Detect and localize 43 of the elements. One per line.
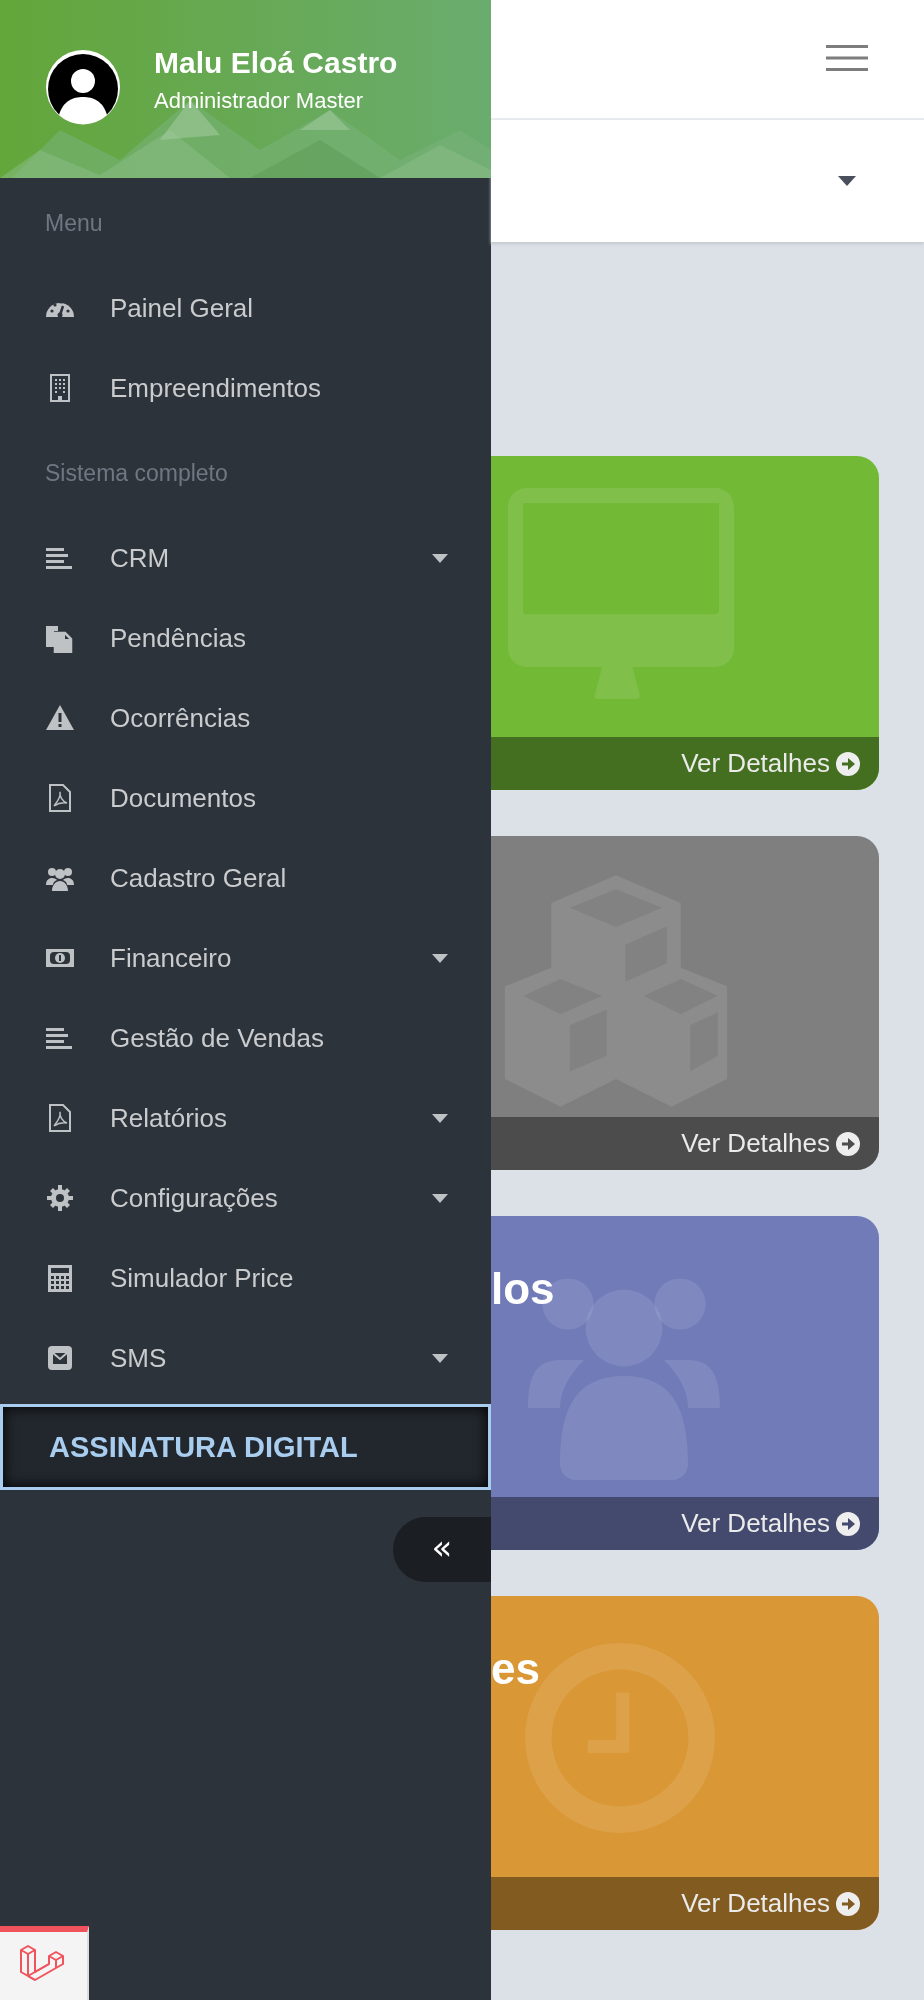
sidebar-item[interactable]: Ocorrências	[0, 678, 491, 758]
sidebar-item[interactable]: SMS	[0, 1318, 491, 1398]
sidebar-item[interactable]: Empreendimentos	[0, 348, 491, 428]
menu-icon[interactable]	[826, 43, 868, 73]
sidebar-item[interactable]: Pendências	[0, 598, 491, 678]
caret-icon	[432, 953, 448, 963]
sidebar-item[interactable]: Gestão de Vendas	[0, 998, 491, 1078]
details-link[interactable]: Ver Detalhes	[491, 737, 879, 790]
arrow-circle-icon	[836, 1131, 860, 1156]
arrow-circle-icon	[836, 1511, 860, 1536]
user-name: Malu Eloá Castro	[154, 46, 398, 80]
card-title: es	[491, 1644, 540, 1694]
sidebar-item[interactable]: Configurações	[0, 1158, 491, 1238]
sidebar-item[interactable]: Financeiro	[0, 918, 491, 998]
caret-icon	[838, 176, 856, 186]
collapse-button[interactable]: «	[393, 1517, 491, 1582]
envelope-icon	[45, 1343, 75, 1373]
laravel-badge[interactable]	[0, 1926, 89, 2000]
caret-icon	[432, 553, 448, 563]
user-role: Administrador Master	[154, 88, 365, 114]
warning-icon	[45, 703, 75, 733]
details-link[interactable]: Ver Detalhes	[491, 1497, 879, 1550]
calculator-icon	[45, 1263, 75, 1293]
sidebar-item[interactable]: ASSINATURA DIGITAL	[0, 1404, 491, 1490]
avatar-icon	[45, 49, 121, 125]
details-link[interactable]: Ver Detalhes	[491, 1117, 879, 1170]
arrow-circle-icon	[836, 1891, 860, 1916]
sidebar-item[interactable]: Simulador Price	[0, 1238, 491, 1318]
details-link[interactable]: Ver Detalhes	[491, 1877, 879, 1930]
sidebar-item[interactable]: Documentos	[0, 758, 491, 838]
caret-icon	[432, 1193, 448, 1203]
documents-icon	[45, 623, 75, 653]
caret-icon	[432, 1113, 448, 1123]
caret-icon	[432, 1353, 448, 1363]
arrow-circle-icon	[836, 751, 860, 776]
sidebar-item[interactable]: Relatórios	[0, 1078, 491, 1158]
sidebar-item[interactable]: Painel Geral	[0, 268, 491, 348]
sidebar-item[interactable]: CRM	[0, 518, 491, 598]
card-title: los	[491, 1264, 555, 1314]
section-heading: Sistema completo	[45, 459, 228, 487]
section-heading: Menu	[45, 209, 103, 237]
sidebar-item[interactable]: Cadastro Geral	[0, 838, 491, 918]
gear-icon	[45, 1183, 75, 1213]
